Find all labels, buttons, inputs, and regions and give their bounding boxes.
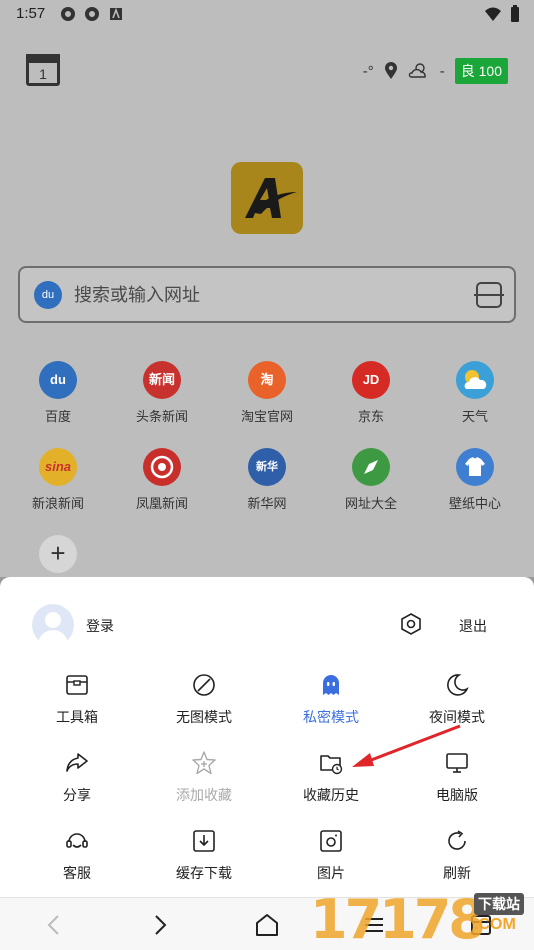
browser-logo-icon [245,178,297,218]
tshirt-shortcut-icon [456,448,494,486]
avatar[interactable] [32,604,74,646]
menu-item-label: 电脑版 [436,787,478,803]
menu-item-share[interactable]: 分享 [27,750,127,805]
weather-value: - [439,62,445,80]
menu-item-label: 刷新 [443,865,471,881]
logout-button[interactable]: 退出 [459,616,487,636]
photo-icon [320,830,342,852]
shortcut-url-directory[interactable]: 网址大全 [319,448,423,512]
menu-item-private-mode[interactable]: 私密模式 [281,672,381,727]
star-add-icon [192,751,216,775]
shortcut-baidu[interactable]: du 百度 [6,361,110,425]
toutiao-shortcut-icon: 新闻 [143,361,181,399]
ghost-icon [323,675,339,695]
shortcut-label: 网址大全 [344,496,397,511]
menu-item-label: 缓存下载 [176,865,232,881]
status-time: 1:57 [16,5,46,22]
app-notification-icon [61,7,75,21]
toolbox-icon [66,675,88,695]
taobao-shortcut-icon: 淘 [248,361,286,399]
jd-shortcut-icon: JD [352,361,390,399]
settings-icon[interactable] [399,612,423,636]
search-input[interactable] [74,278,454,312]
shortcut-label: 淘宝官网 [240,409,293,424]
weather-widget[interactable]: -° - 良 100 [363,58,508,84]
scan-icon[interactable] [474,282,504,308]
menu-item-label: 收藏历史 [303,787,359,803]
menu-item-customer-service[interactable]: 客服 [27,828,127,883]
shortcut-label: 新浪新闻 [31,496,84,511]
air-quality-badge: 良 100 [454,58,508,84]
shortcut-sina-news[interactable]: sina 新浪新闻 [6,448,110,512]
browser-home-page: 1:57 1 -° - 良 100 du du 百度 新闻 头条新闻 淘 淘宝官… [0,0,534,577]
cloudy-sun-icon [408,63,426,78]
notification-a-icon [110,7,122,20]
share-icon [66,753,88,772]
status-bar: 1:57 [0,0,534,28]
menu-item-cache-download[interactable]: 缓存下载 [154,828,254,883]
shortcut-label: 新华网 [247,496,287,511]
baidu-shortcut-icon: du [39,361,77,399]
shortcut-weather[interactable]: 天气 [423,361,527,425]
menu-item-add-favorite[interactable]: 添加收藏 [154,750,254,805]
location-pin-icon [384,62,397,79]
xinhua-shortcut-icon: 新华 [248,448,286,486]
home-icon[interactable] [252,910,282,940]
menu-item-night-mode[interactable]: 夜间模式 [407,672,507,727]
shortcut-label: 凤凰新闻 [135,496,188,511]
calendar-icon[interactable]: 1 [26,54,60,86]
download-icon [193,830,215,852]
shortcut-toutiao-news[interactable]: 新闻 头条新闻 [110,361,214,425]
ifeng-shortcut-icon [143,448,181,486]
menu-item-refresh[interactable]: 刷新 [407,828,507,883]
no-image-icon [193,674,215,696]
back-icon[interactable] [39,910,69,940]
shortcut-label: 头条新闻 [135,409,188,424]
shortcut-taobao[interactable]: 淘 淘宝官网 [215,361,319,425]
search-bar[interactable]: du [18,266,516,323]
shortcut-xinhua[interactable]: 新华 新华网 [215,448,319,512]
wifi-icon [485,7,501,21]
shortcut-label: 天气 [461,409,488,424]
menu-item-toolbox[interactable]: 工具箱 [27,672,127,727]
menu-item-label: 客服 [63,865,91,881]
watermark-tag: 下载站 [474,893,524,915]
calendar-day: 1 [39,66,47,82]
menu-item-images[interactable]: 图片 [281,828,381,883]
menu-item-no-image-mode[interactable]: 无图模式 [154,672,254,727]
shortcut-label: 京东 [357,409,384,424]
menu-item-label: 添加收藏 [176,787,232,803]
temperature-text: -° [362,62,374,80]
menu-item-label: 工具箱 [56,709,98,725]
shortcut-label: 壁纸中心 [448,496,501,511]
plus-icon: + [50,538,66,568]
shortcut-ifeng-news[interactable]: 凤凰新闻 [110,448,214,512]
annotation-arrow-icon [352,724,461,767]
shortcut-label: 百度 [44,409,71,424]
moon-icon [447,674,469,696]
watermark-digits: 17178 [310,888,486,950]
menu-item-label: 分享 [63,787,91,803]
menu-item-label: 无图模式 [176,709,232,725]
refresh-icon [448,830,466,850]
baidu-icon: du [34,281,62,309]
watermark-suffix: .COM [474,916,516,933]
forward-icon[interactable] [145,910,175,940]
weather-shortcut-icon [456,361,494,399]
battery-icon [511,5,519,22]
headset-icon [66,833,88,848]
shortcut-jd[interactable]: JD 京东 [319,361,423,425]
status-right [484,5,520,23]
menu-item-label: 图片 [317,865,345,881]
folder-clock-icon [320,755,343,775]
sina-shortcut-icon: sina [39,448,77,486]
shortcut-wallpaper[interactable]: 壁纸中心 [423,448,527,512]
add-shortcut-button[interactable]: + [39,535,77,573]
compass-shortcut-icon [352,448,390,486]
browser-logo [231,162,303,234]
app-notification-icon [85,7,99,21]
login-button[interactable]: 登录 [86,616,114,636]
